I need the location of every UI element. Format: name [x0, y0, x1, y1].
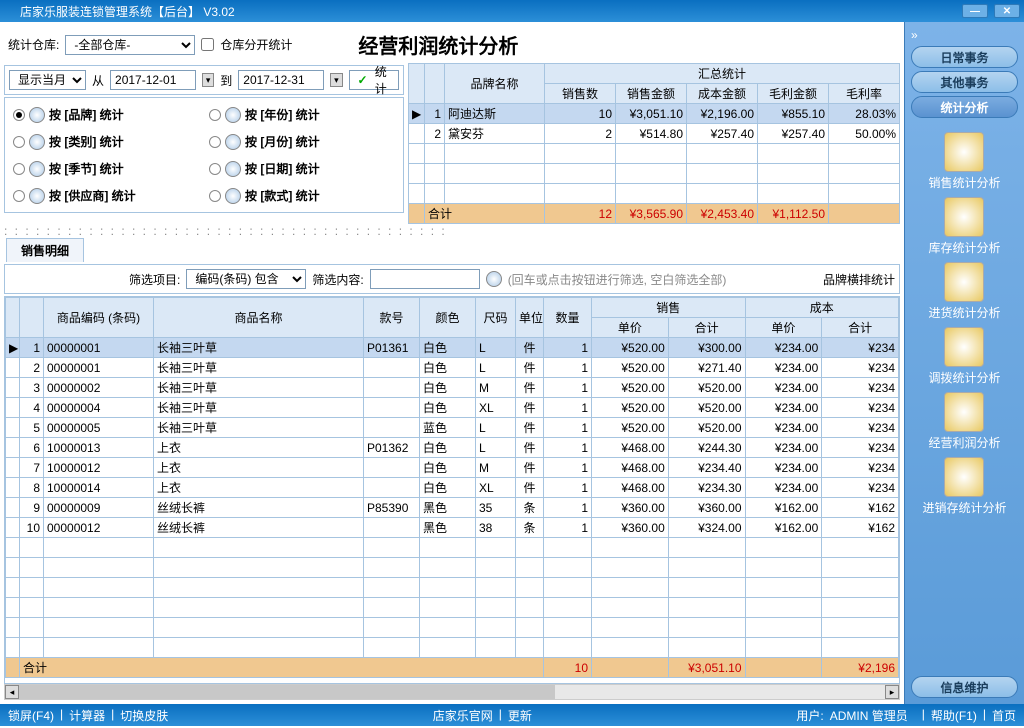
to-date-picker-icon[interactable]: ▾ [330, 73, 342, 87]
status-item[interactable]: 计算器 [69, 707, 105, 724]
period-select[interactable]: 显示当月 [9, 70, 86, 90]
summary-row[interactable]: ▶1阿迪达斯 10¥3,051.10¥2,196.00¥855.1028.03% [409, 104, 900, 124]
sidebar-btn-other[interactable]: 其他事务 [911, 71, 1018, 93]
search-icon[interactable] [486, 271, 502, 287]
filter-hint: (回车或点击按钮进行筛选, 空白筛选全部) [508, 271, 727, 288]
status-item[interactable]: 帮助(F1) [931, 707, 977, 724]
detail-row[interactable]: 1000000012丝绒长裤 黑色38条1 ¥360.00¥324.00¥162… [6, 518, 899, 538]
detail-row[interactable]: 400000004长袖三叶草 白色XL件1 ¥520.00¥520.00¥234… [6, 398, 899, 418]
lookup-icon[interactable] [225, 188, 241, 204]
summary-footer: 合计 12¥3,565.90 ¥2,453.40¥1,112.50 [409, 204, 900, 224]
lookup-icon[interactable] [225, 161, 241, 177]
stock-icon [944, 197, 984, 237]
status-item: ADMIN 管理员 [830, 707, 908, 724]
warehouse-select[interactable]: -全部仓库- [65, 35, 195, 55]
sidebar-collapse-icon[interactable]: » [905, 28, 918, 42]
detail-row[interactable]: ▶100000001长袖三叶草 P01361白色L件1 ¥520.00¥300.… [6, 338, 899, 358]
page-title: 经营利润统计分析 [358, 30, 518, 59]
radio-month[interactable]: 按 [月份] 统计 [209, 133, 395, 150]
radio-supplier[interactable]: 按 [供应商] 统计 [13, 187, 199, 204]
sidebar-item-profit[interactable]: 经营利润分析 [928, 392, 1000, 451]
status-item[interactable]: 锁屏(F4) [8, 707, 54, 724]
detail-row[interactable]: 610000013上衣 P01362白色L件1 ¥468.00¥244.30¥2… [6, 438, 899, 458]
title-bar: 店家乐服装连锁管理系统【后台】 V3.02 — ✕ [0, 0, 1024, 22]
detail-footer: 合计10 ¥3,051.10¥2,196 [6, 658, 899, 678]
detail-row[interactable]: 300000002长袖三叶草 白色M件1 ¥520.00¥520.00¥234.… [6, 378, 899, 398]
sidebar-btn-daily[interactable]: 日常事务 [911, 46, 1018, 68]
status-item: 用户: [796, 707, 823, 724]
check-icon: ✓ [358, 73, 368, 87]
in-icon [944, 262, 984, 302]
sidebar-item-sales[interactable]: 销售统计分析 [928, 132, 1000, 191]
warehouse-label: 统计仓库: [8, 36, 59, 53]
summary-table: 品牌名称 汇总统计 销售数 销售金额 成本金额 毛利金额 毛利率 ▶1阿迪达斯 … [408, 63, 900, 224]
radio-style[interactable]: 按 [款式] 统计 [209, 187, 395, 204]
move-icon [944, 327, 984, 367]
radio-dot [13, 136, 25, 148]
detail-tab[interactable]: 销售明细 [6, 238, 84, 262]
lookup-icon[interactable] [29, 107, 45, 123]
window-title: 店家乐服装连锁管理系统【后台】 V3.02 [4, 3, 962, 20]
radio-category[interactable]: 按 [类别] 统计 [13, 133, 199, 150]
filter-content-label: 筛选内容: [312, 271, 363, 288]
status-item[interactable]: 店家乐官网 [433, 707, 493, 724]
radio-year[interactable]: 按 [年份] 统计 [209, 106, 395, 123]
status-bar: 锁屏(F4)|计算器|切换皮肤 店家乐官网|更新 用户:ADMIN 管理员|帮助… [0, 704, 1024, 726]
radio-date[interactable]: 按 [日期] 统计 [209, 160, 395, 177]
lookup-icon[interactable] [29, 161, 45, 177]
from-date[interactable] [110, 70, 196, 90]
filter-input[interactable] [370, 269, 480, 289]
lookup-icon[interactable] [225, 107, 241, 123]
radio-season[interactable]: 按 [季节] 统计 [13, 160, 199, 177]
status-item[interactable]: 更新 [508, 707, 532, 724]
sidebar-item-move[interactable]: 调拨统计分析 [928, 327, 1000, 386]
horizontal-scrollbar[interactable]: ◂▸ [4, 684, 900, 700]
inout-icon [944, 457, 984, 497]
sidebar-item-in[interactable]: 进货统计分析 [928, 262, 1000, 321]
status-item[interactable]: 切换皮肤 [120, 707, 168, 724]
detail-row[interactable]: 900000009丝绒长裤 P85390黑色35条1 ¥360.00¥360.0… [6, 498, 899, 518]
to-date[interactable] [238, 70, 324, 90]
lookup-icon[interactable] [29, 188, 45, 204]
radio-brand[interactable]: 按 [品牌] 统计 [13, 106, 199, 123]
detail-row[interactable]: 200000001长袖三叶草 白色L件1 ¥520.00¥271.40¥234.… [6, 358, 899, 378]
split-warehouse-label: 仓库分开统计 [220, 36, 292, 53]
radio-dot [209, 136, 221, 148]
filter-item-label: 筛选项目: [129, 271, 180, 288]
detail-row[interactable]: 710000012上衣 白色M件1 ¥468.00¥234.40¥234.00¥… [6, 458, 899, 478]
filter-field-select[interactable]: 编码(条码) 包含 [186, 269, 306, 289]
divider-dots: : : : : : : : : : : : : : : : : : : : : … [4, 224, 447, 238]
sidebar-btn-stats[interactable]: 统计分析 [911, 96, 1018, 118]
sidebar-item-inout[interactable]: 进销存统计分析 [922, 457, 1006, 516]
summary-row[interactable]: 2黛安芬 2¥514.80¥257.40¥257.4050.00% [409, 124, 900, 144]
radio-dot [13, 109, 25, 121]
radio-dot [13, 163, 25, 175]
radio-dot [209, 109, 221, 121]
detail-row[interactable]: 810000014上衣 白色XL件1 ¥468.00¥234.30¥234.00… [6, 478, 899, 498]
close-button[interactable]: ✕ [994, 4, 1020, 18]
layout-toggle-button[interactable]: 品牌横排统计 [823, 271, 895, 288]
lookup-icon[interactable] [29, 134, 45, 150]
detail-row[interactable]: 500000005长袖三叶草 蓝色L件1 ¥520.00¥520.00¥234.… [6, 418, 899, 438]
radio-dot [209, 163, 221, 175]
sales-icon [944, 132, 984, 172]
minimize-button[interactable]: — [962, 4, 988, 18]
sidebar-item-info[interactable]: 信息维护 [911, 676, 1018, 698]
from-date-picker-icon[interactable]: ▾ [202, 73, 214, 87]
run-stats-button[interactable]: ✓统计 [349, 70, 399, 90]
profit-icon [944, 392, 984, 432]
status-item[interactable]: 首页 [992, 707, 1016, 724]
sidebar-item-stock[interactable]: 库存统计分析 [928, 197, 1000, 256]
radio-dot [209, 190, 221, 202]
detail-table: 商品编码 (条码) 商品名称 款号 颜色 尺码 单位 数量 销售 成本 单价合计 [5, 297, 899, 678]
sidebar: » 日常事务其他事务统计分析 销售统计分析库存统计分析进货统计分析调拨统计分析经… [904, 22, 1024, 704]
split-warehouse-checkbox[interactable] [201, 38, 214, 51]
lookup-icon[interactable] [225, 134, 241, 150]
radio-dot [13, 190, 25, 202]
